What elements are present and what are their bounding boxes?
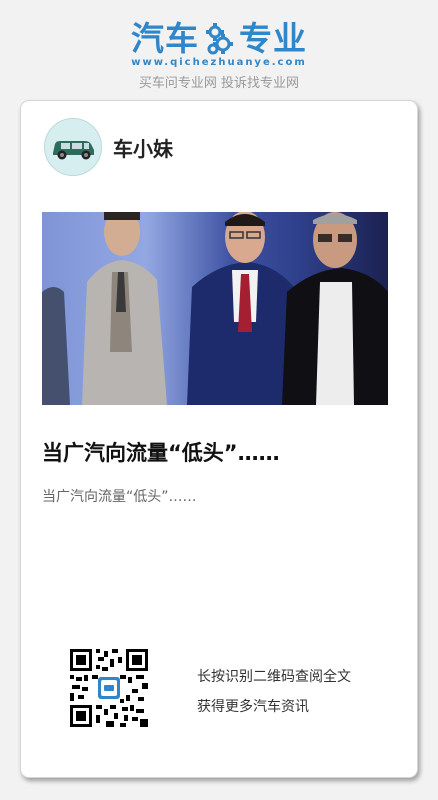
article-cover-image[interactable] <box>42 212 388 405</box>
site-slogan: 买车问专业网 投诉找专业网 <box>138 76 300 91</box>
qr-caption-secondary: 获得更多汽车资讯 <box>197 699 309 715</box>
qr-caption-primary: 长按识别二维码查阅全文 <box>197 669 351 685</box>
logo-text-right: 专业 <box>239 19 307 58</box>
article-share-card: 车小妹 当广汽向流量“低头”…… 当广汽向流量“低头”…… 长按识别二维码查阅全… <box>20 100 418 778</box>
site-logo[interactable]: 汽车 专业 <box>0 18 438 60</box>
article-summary: 当广汽向流量“低头”…… <box>42 489 197 505</box>
article-title[interactable]: 当广汽向流量“低头”…… <box>42 437 402 467</box>
site-url[interactable]: www.qichezhuanye.com <box>0 57 438 68</box>
avatar[interactable] <box>44 118 102 176</box>
logo-text-left: 汽车 <box>131 19 199 58</box>
site-header: 汽车 专业 www.qichezhuanye.com 买车问专业网 投诉找专业网 <box>0 0 438 100</box>
qr-code-icon[interactable] <box>70 649 148 727</box>
car-icon <box>45 119 101 175</box>
author-name: 车小妹 <box>113 137 173 161</box>
gear-icon <box>205 22 233 56</box>
